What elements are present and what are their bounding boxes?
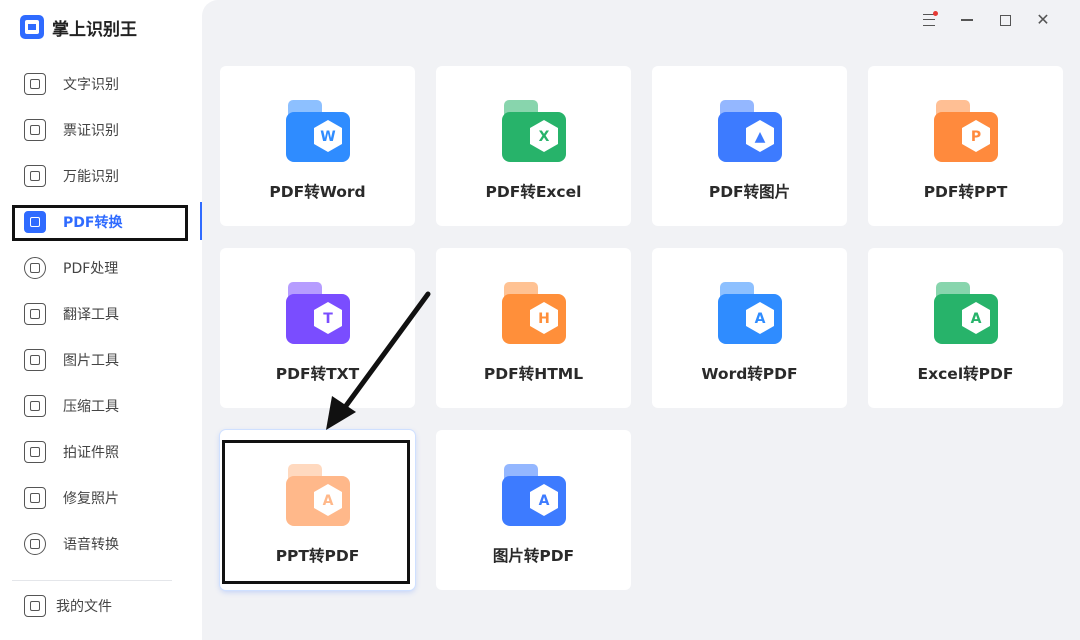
sidebar: 掌上识别王 文字识别 票证识别 万能识别 PDF转换 PDF处理 翻译工具 图片… [0,0,202,640]
close-button[interactable]: ✕ [1024,10,1062,30]
sidebar-item-label: 翻译工具 [63,307,119,323]
menu-icon [923,14,935,26]
id-photo-icon [24,441,46,463]
sidebar-divider [12,580,172,581]
sidebar-item-photo-repair[interactable]: 修复照片 [14,482,186,514]
brand: 掌上识别王 [20,14,137,40]
tool-card-label: Word转PDF [701,365,798,383]
sidebar-item-label: 我的文件 [56,599,112,615]
svg-text:P: P [971,129,981,145]
sidebar-item-label: 图片工具 [63,353,119,369]
tool-card-image-to-pdf[interactable]: AA 图片转PDF [436,430,631,590]
maximize-icon [999,14,1011,26]
window-controls: ✕ [910,10,1062,30]
tool-card-excel-to-pdf[interactable]: AA Excel转PDF [868,248,1063,408]
tool-card-label: 图片转PDF [492,547,575,565]
close-icon: ✕ [1036,10,1050,29]
tool-card-label: PDF转TXT [275,365,360,383]
pdf-to-html-icon: AH [500,280,568,348]
ppt-to-pdf-icon: AA [284,462,352,530]
compress-icon [24,395,46,417]
tool-card-ppt-to-pdf[interactable]: AA PPT转PDF [220,430,415,590]
menu-button[interactable] [910,10,948,30]
tool-card-label: PDF转Excel [485,183,582,201]
sidebar-item-label: 文字识别 [63,77,119,93]
sidebar-item-label: 修复照片 [63,491,119,507]
tool-card-pdf-to-image[interactable]: A▲ PDF转图片 [652,66,847,226]
translate-icon [24,303,46,325]
sidebar-item-ticket-recognition[interactable]: 票证识别 [14,114,186,146]
tool-card-label: PPT转PDF [275,547,360,565]
sidebar-item-id-photo[interactable]: 拍证件照 [14,436,186,468]
sidebar-item-label: PDF转换 [63,215,123,231]
sidebar-item-compress[interactable]: 压缩工具 [14,390,186,422]
sidebar-item-pdf-process[interactable]: PDF处理 [14,252,186,284]
voice-convert-icon [24,533,46,555]
sidebar-item-translate[interactable]: 翻译工具 [14,298,186,330]
minimize-button[interactable] [948,10,986,30]
pdf-to-image-icon: A▲ [716,98,784,166]
image-to-pdf-icon: AA [500,462,568,530]
sidebar-item-label: 拍证件照 [63,445,119,461]
svg-text:▲: ▲ [755,129,766,145]
pdf-to-txt-icon: AT [284,280,352,348]
photo-repair-icon [24,487,46,509]
tool-card-label: PDF转Word [269,183,366,201]
tool-card-label: Excel转PDF [917,365,1014,383]
image-tool-icon [24,349,46,371]
sidebar-item-my-files[interactable]: 我的文件 [14,590,112,622]
universal-recognition-icon [24,165,46,187]
ticket-recognition-icon [24,119,46,141]
sidebar-item-label: 票证识别 [63,123,119,139]
svg-text:A: A [971,311,982,327]
pdf-convert-icon [24,211,46,233]
sidebar-item-image-tool[interactable]: 图片工具 [14,344,186,376]
tool-card-label: PDF转图片 [708,183,791,201]
pdf-to-ppt-icon: AP [932,98,1000,166]
tool-card-pdf-to-txt[interactable]: AT PDF转TXT [220,248,415,408]
svg-text:T: T [323,311,333,327]
maximize-button[interactable] [986,10,1024,30]
svg-text:W: W [320,129,335,145]
svg-text:H: H [538,311,550,327]
svg-text:A: A [755,311,766,327]
svg-text:A: A [323,493,334,509]
svg-text:A: A [539,493,550,509]
sidebar-item-voice-convert[interactable]: 语音转换 [14,528,186,560]
svg-text:X: X [539,129,550,145]
file-icon [24,595,46,617]
sidebar-item-label: PDF处理 [63,261,119,277]
minimize-icon [961,19,973,21]
pdf-to-excel-icon: AX [500,98,568,166]
tool-card-pdf-to-ppt[interactable]: AP PDF转PPT [868,66,1063,226]
tool-card-pdf-to-word[interactable]: AW PDF转Word [220,66,415,226]
tool-card-pdf-to-excel[interactable]: AX PDF转Excel [436,66,631,226]
tool-card-word-to-pdf[interactable]: AA Word转PDF [652,248,847,408]
sidebar-item-label: 万能识别 [63,169,119,185]
pdf-to-word-icon: AW [284,98,352,166]
app-title: 掌上识别王 [52,19,137,40]
sidebar-item-label: 压缩工具 [63,399,119,415]
word-to-pdf-icon: AA [716,280,784,348]
pdf-process-icon [24,257,46,279]
sidebar-item-label: 语音转换 [63,537,119,553]
sidebar-item-text-recognition[interactable]: 文字识别 [14,68,186,100]
app-logo-icon [20,15,44,39]
tool-card-pdf-to-html[interactable]: AH PDF转HTML [436,248,631,408]
sidebar-item-pdf-convert[interactable]: PDF转换 [14,206,186,238]
sidebar-item-universal-recognition[interactable]: 万能识别 [14,160,186,192]
text-recognition-icon [24,73,46,95]
tool-card-label: PDF转HTML [483,365,584,383]
tool-card-label: PDF转PPT [923,183,1008,201]
excel-to-pdf-icon: AA [932,280,1000,348]
notification-dot [933,11,938,16]
